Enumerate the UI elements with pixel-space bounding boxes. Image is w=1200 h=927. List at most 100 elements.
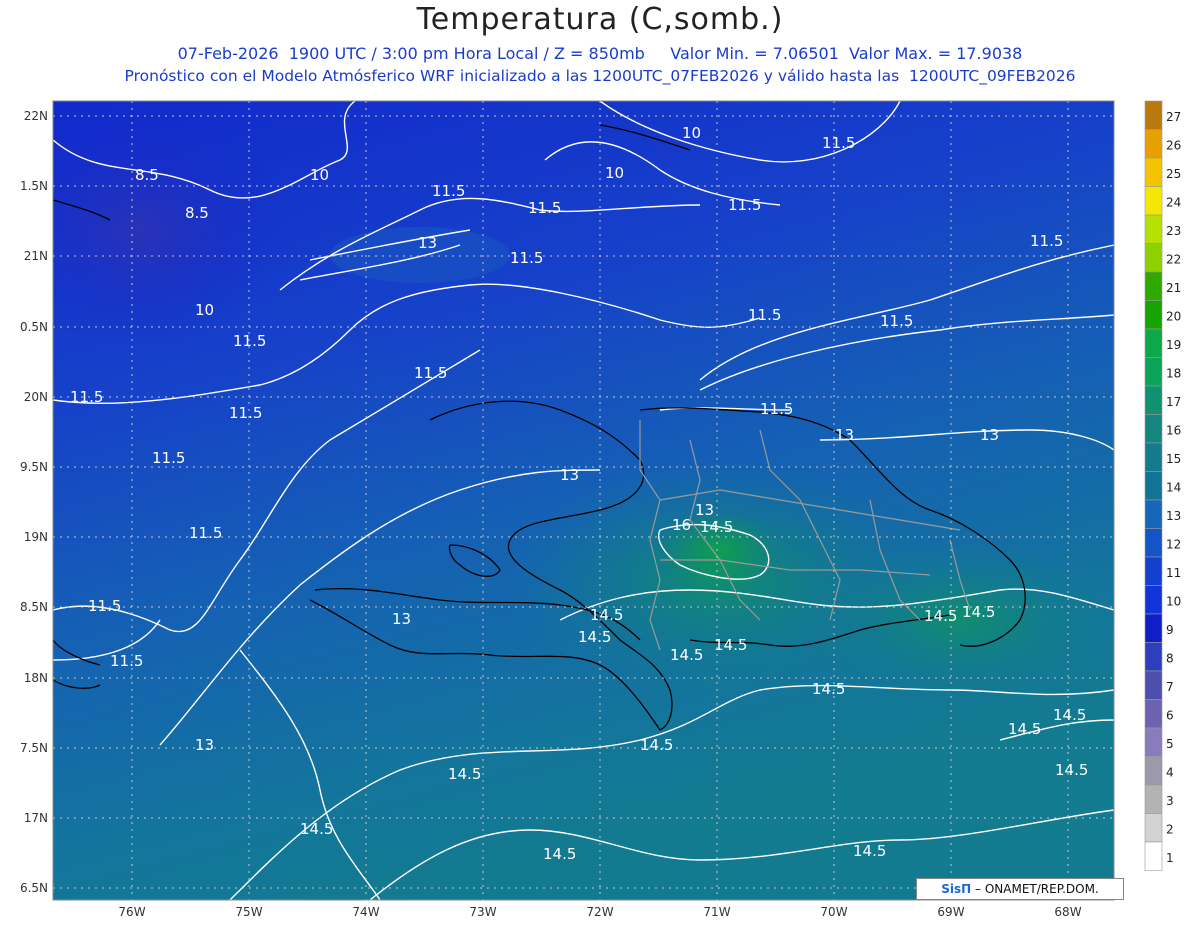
colorbar-swatch (1144, 699, 1163, 729)
colorbar-label: 20 (1166, 310, 1181, 324)
lat-label: 18N (24, 671, 48, 685)
colorbar-swatch (1144, 414, 1163, 444)
contour-label: 11.5 (110, 652, 143, 670)
colorbar-swatch (1144, 271, 1163, 301)
contour-label: 13 (560, 466, 579, 484)
contour-label: 10 (195, 301, 214, 319)
lon-label: 68W (1054, 905, 1081, 919)
map-area: 8.5 8.5 10 10 10 10 11.5 11.5 11.5 11.5 … (53, 101, 1114, 900)
contour-label: 13 (835, 426, 854, 444)
contour-label: 13 (695, 501, 714, 519)
colorbar-label: 9 (1166, 623, 1174, 637)
colorbar-swatch (1144, 442, 1163, 472)
contour-label: 14.5 (543, 845, 576, 863)
colorbar-swatch (1144, 642, 1163, 672)
contour-label: 11.5 (528, 199, 561, 217)
lat-label: 1.5N (20, 179, 48, 193)
contour-label: 14.5 (300, 820, 333, 838)
contour-label: 10 (605, 164, 624, 182)
colorbar-swatch (1144, 186, 1163, 216)
lon-label: 74W (352, 905, 379, 919)
contour-label: 10 (682, 124, 701, 142)
contour-label: 11.5 (233, 332, 266, 350)
lon-label: 76W (118, 905, 145, 919)
colorbar-swatch (1144, 670, 1163, 700)
colorbar-label: 6 (1166, 709, 1174, 723)
colorbar-swatch (1144, 756, 1163, 786)
contour-label: 14.5 (578, 628, 611, 646)
lat-label: 0.5N (20, 320, 48, 334)
colorbar-swatch (1144, 243, 1163, 273)
colorbar-label: 7 (1166, 680, 1174, 694)
contour-label: 8.5 (185, 204, 209, 222)
map-svg: 8.5 8.5 10 10 10 10 11.5 11.5 11.5 11.5 … (20, 100, 1181, 919)
lat-label: 19N (24, 530, 48, 544)
lat-label: 8.5N (20, 600, 48, 614)
lat-label: 21N (24, 249, 48, 263)
colorbar-label: 16 (1166, 424, 1181, 438)
colorbar-label: 18 (1166, 367, 1181, 381)
contour-label: 13 (418, 234, 437, 252)
contour-label: 11.5 (432, 182, 465, 200)
lat-label: 6.5N (20, 881, 48, 895)
warm-region-east (800, 540, 1114, 700)
colorbar-label: 3 (1166, 794, 1174, 808)
lon-label: 71W (703, 905, 730, 919)
colorbar-swatch (1144, 328, 1163, 358)
contour-label: 10 (310, 166, 329, 184)
contour-label: 13 (195, 736, 214, 754)
lon-axis: 76W 75W 74W 73W 72W 71W 70W 69W 68W (118, 905, 1081, 919)
contour-label: 14.5 (670, 646, 703, 664)
lon-label: 70W (820, 905, 847, 919)
colorbar-swatch (1144, 129, 1163, 159)
contour-label: 14.5 (700, 518, 733, 536)
contour-label: 11.5 (70, 388, 103, 406)
colorbar-swatch (1144, 157, 1163, 187)
contour-label: 11.5 (728, 196, 761, 214)
contour-label: 14.5 (962, 603, 995, 621)
colorbar-label: 8 (1166, 652, 1174, 666)
colorbar-swatch (1144, 300, 1163, 330)
colorbar-swatch (1144, 357, 1163, 387)
contour-label: 11.5 (189, 524, 222, 542)
colorbar-swatch (1144, 214, 1163, 244)
lon-label: 73W (469, 905, 496, 919)
colorbar-swatch (1144, 727, 1163, 757)
colorbar-label: 4 (1166, 766, 1174, 780)
contour-label: 11.5 (510, 249, 543, 267)
colorbar-label: 10 (1166, 595, 1181, 609)
contour-label: 11.5 (880, 312, 913, 330)
colorbar-swatch (1144, 528, 1163, 558)
colorbar-label: 13 (1166, 509, 1181, 523)
colorbar-swatch (1144, 556, 1163, 586)
contour-label: 11.5 (748, 306, 781, 324)
contour-label: 14.5 (1008, 720, 1041, 738)
contour-label: 14.5 (924, 607, 957, 625)
contour-label: 14.5 (1053, 706, 1086, 724)
colorbar-label: 25 (1166, 167, 1181, 181)
colorbar-label: 17 (1166, 395, 1181, 409)
contour-label: 11.5 (152, 449, 185, 467)
credit-brand: SisΠ (941, 882, 972, 896)
contour-label: 14.5 (590, 606, 623, 624)
contour-label: 14.5 (640, 736, 673, 754)
lat-label: 17N (24, 811, 48, 825)
lat-label: 22N (24, 109, 48, 123)
contour-label: 13 (392, 610, 411, 628)
contour-label: 14.5 (812, 680, 845, 698)
credit-text: – ONAMET/REP.DOM. (975, 882, 1099, 896)
colorbar-label: 5 (1166, 737, 1174, 751)
colorbar-label: 19 (1166, 338, 1181, 352)
lat-axis: 22N 1.5N 21N 0.5N 20N 9.5N 19N 8.5N 18N … (20, 109, 48, 895)
lat-label: 9.5N (20, 460, 48, 474)
colorbar-swatch (1144, 499, 1163, 529)
contour-label: 11.5 (760, 400, 793, 418)
contour-label: 11.5 (1030, 232, 1063, 250)
contour-label: 14.5 (853, 842, 886, 860)
colorbar-swatch (1144, 813, 1163, 843)
contour-label: 11.5 (822, 134, 855, 152)
colorbar-label: 21 (1166, 281, 1181, 295)
contour-label: 11.5 (229, 404, 262, 422)
cold-core (53, 110, 290, 350)
contour-label: 14.5 (714, 636, 747, 654)
